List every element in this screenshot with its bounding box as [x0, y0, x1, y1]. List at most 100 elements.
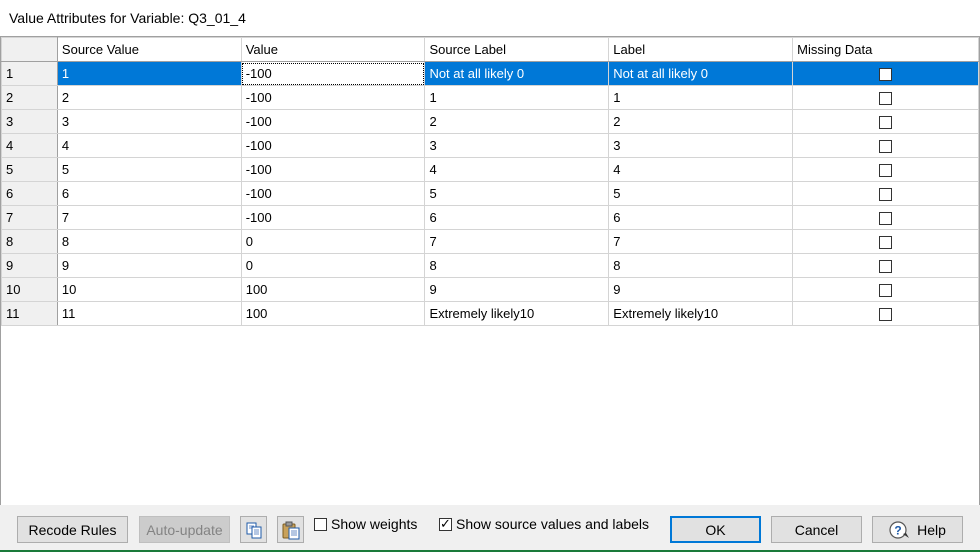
table-row[interactable]: 10 10 100 9 9 [1, 277, 979, 302]
cell-source-label[interactable]: 9 [424, 277, 610, 302]
cell-source-value[interactable]: 6 [56, 181, 242, 206]
cell-missing-data[interactable] [792, 157, 979, 182]
cell-missing-data[interactable] [792, 229, 979, 254]
show-source-checkbox[interactable]: ✓ Show source values and labels [439, 514, 649, 534]
cell-missing-data[interactable] [792, 205, 979, 230]
cell-label[interactable]: 5 [608, 181, 794, 206]
missing-data-checkbox[interactable] [879, 116, 893, 130]
cell-source-value[interactable]: 10 [56, 277, 242, 302]
copy-button[interactable] [240, 516, 267, 543]
paste-button[interactable] [277, 516, 304, 543]
cell-value[interactable]: -100 [240, 85, 426, 110]
column-header-value[interactable]: Value [240, 37, 426, 62]
table-row[interactable]: 7 7 -100 6 6 [1, 205, 979, 230]
cell-missing-data[interactable] [792, 61, 979, 86]
cell-missing-data[interactable] [792, 253, 979, 278]
missing-data-checkbox[interactable] [879, 188, 893, 202]
column-header-missing-data[interactable]: Missing Data [792, 37, 979, 62]
help-button[interactable]: ? Help [872, 516, 963, 543]
cell-label[interactable]: 4 [608, 157, 794, 182]
show-source-box[interactable]: ✓ [439, 516, 452, 531]
cell-source-label[interactable]: 8 [424, 253, 610, 278]
table-row[interactable]: 6 6 -100 5 5 [1, 181, 979, 206]
cell-value[interactable]: 0 [240, 253, 426, 278]
cell-missing-data[interactable] [792, 277, 979, 302]
table-row[interactable]: 1 1 -100 Not at all likely 0 Not at all like… [1, 61, 979, 86]
cell-value[interactable]: -100 [240, 61, 426, 86]
cell-value[interactable]: -100 [240, 181, 426, 206]
table-row[interactable]: 11 11 100 Extremely likely10 Extremely likel… [1, 301, 979, 326]
cell-value[interactable]: -100 [240, 109, 426, 134]
missing-data-checkbox[interactable] [879, 68, 893, 82]
cell-missing-data[interactable] [792, 109, 979, 134]
cell-source-value[interactable]: 3 [56, 109, 242, 134]
cell-source-value[interactable]: 7 [56, 205, 242, 230]
cell-source-label[interactable]: 6 [424, 205, 610, 230]
paste-icon [282, 521, 299, 539]
cell-value[interactable]: 100 [240, 301, 426, 326]
cell-source-label[interactable]: 1 [424, 85, 610, 110]
missing-data-checkbox[interactable] [879, 284, 893, 298]
column-header-label[interactable]: Label [608, 37, 794, 62]
cell-source-value[interactable]: 9 [56, 253, 242, 278]
cell-label[interactable]: Not at all likely 0 [608, 61, 794, 86]
cell-missing-data[interactable] [792, 301, 979, 326]
cell-label[interactable]: 7 [608, 229, 794, 254]
cell-source-label[interactable]: 5 [424, 181, 610, 206]
table-row[interactable]: 88077 [1, 229, 979, 254]
cell-source-value[interactable]: 8 [56, 229, 242, 254]
cell-label[interactable]: 1 [608, 85, 794, 110]
cell-source-value[interactable]: 11 [56, 301, 242, 326]
missing-data-checkbox[interactable] [879, 92, 893, 106]
cell-value[interactable]: -100 [240, 133, 426, 158]
cell-value[interactable]: 100 [240, 277, 426, 302]
cell-missing-data[interactable] [792, 181, 979, 206]
cell-source-label[interactable]: 4 [424, 157, 610, 182]
cell-value[interactable]: 0 [240, 229, 426, 254]
cell-label[interactable]: 9 [608, 277, 794, 302]
row-number: 2 [1, 85, 58, 110]
show-weights-checkbox[interactable]: Show weights [314, 514, 417, 534]
cell-value[interactable]: -100 [240, 157, 426, 182]
row-number: 10 [1, 277, 58, 302]
cell-source-value[interactable]: 4 [56, 133, 242, 158]
missing-data-checkbox[interactable] [879, 236, 893, 250]
table-row[interactable]: 3 3 -100 2 2 [1, 109, 979, 134]
cell-source-label[interactable]: 2 [424, 109, 610, 134]
column-header-source-value[interactable]: Source Value [56, 37, 242, 62]
cell-label[interactable]: 6 [608, 205, 794, 230]
cell-source-label[interactable]: Extremely likely10 [424, 301, 610, 326]
cell-label[interactable]: 2 [608, 109, 794, 134]
cell-value[interactable]: -100 [240, 205, 426, 230]
table-row[interactable]: 5 5 -100 4 4 [1, 157, 979, 182]
cell-source-value[interactable]: 5 [56, 157, 242, 182]
show-weights-box[interactable] [314, 517, 327, 531]
table-row[interactable]: 4 4 -100 3 3 [1, 133, 979, 158]
grid-corner [1, 37, 58, 62]
cell-source-label[interactable]: Not at all likely 0 [424, 61, 610, 86]
help-icon: ? [889, 520, 910, 539]
cancel-button[interactable]: Cancel [771, 516, 862, 543]
cell-missing-data[interactable] [792, 85, 979, 110]
svg-text:?: ? [894, 523, 901, 537]
column-header-source-label[interactable]: Source Label [424, 37, 610, 62]
cell-source-value[interactable]: 2 [56, 85, 242, 110]
table-row[interactable]: 2 2 -100 1 1 [1, 85, 979, 110]
table-row[interactable]: 99088 [1, 253, 979, 278]
missing-data-checkbox[interactable] [879, 260, 893, 274]
missing-data-checkbox[interactable] [879, 212, 893, 226]
cell-label[interactable]: 3 [608, 133, 794, 158]
missing-data-checkbox[interactable] [879, 308, 893, 322]
cell-source-label[interactable]: 3 [424, 133, 610, 158]
auto-update-button[interactable]: Auto-update [139, 516, 230, 543]
cell-source-value[interactable]: 1 [56, 61, 242, 86]
cell-label[interactable]: 8 [608, 253, 794, 278]
cell-source-label[interactable]: 7 [424, 229, 610, 254]
missing-data-checkbox[interactable] [879, 164, 893, 178]
cell-label[interactable]: Extremely likely10 [608, 301, 794, 326]
missing-data-checkbox[interactable] [879, 140, 893, 154]
ok-button[interactable]: OK [670, 516, 761, 543]
value-attributes-grid[interactable]: Source Value Value Source Label Label Mi… [0, 36, 980, 506]
recode-rules-button[interactable]: Recode Rules [17, 516, 128, 543]
cell-missing-data[interactable] [792, 133, 979, 158]
